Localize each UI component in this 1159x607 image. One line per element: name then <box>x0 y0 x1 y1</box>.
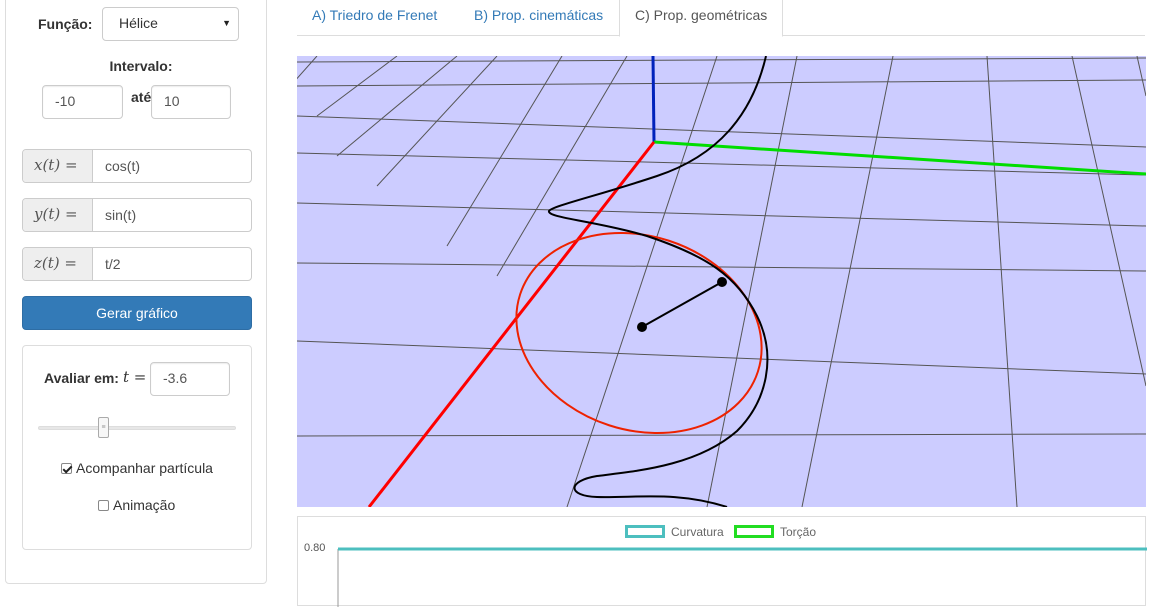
chevron-down-icon: ▼ <box>222 18 231 28</box>
avaliar-variable: t = <box>123 368 147 386</box>
acompanhar-checkbox[interactable]: Acompanhar partícula <box>61 460 213 476</box>
control-panel: Função: Hélice ▼ Intervalo: -10 até 10 x… <box>5 0 267 584</box>
t-slider-track[interactable] <box>38 426 236 430</box>
tab-prop-geometricas[interactable]: C) Prop. geométricas <box>619 0 784 37</box>
intervalo-from-value: -10 <box>55 93 76 109</box>
3d-scene[interactable] <box>297 56 1146 507</box>
checkbox-unchecked-icon[interactable] <box>98 500 109 511</box>
curvature-center-point <box>637 322 647 332</box>
tab-prop-cinematicas[interactable]: B) Prop. cinemáticas <box>459 0 618 36</box>
checkbox-checked-icon[interactable] <box>61 463 72 474</box>
acompanhar-label: Acompanhar partícula <box>76 460 213 476</box>
z-axis <box>651 56 656 143</box>
z-function-addon: z(t) = <box>23 248 93 280</box>
avaliar-box: Avaliar em: t = -3.6 ≡ Acompanhar partíc… <box>22 345 252 550</box>
y-function-addon: y(t) = <box>23 199 93 231</box>
avaliar-t-input[interactable]: -3.6 <box>150 362 230 396</box>
x-function-input[interactable]: cos(t) <box>105 158 140 174</box>
x-function-group[interactable]: x(t) = cos(t) <box>22 149 252 183</box>
funcao-label: Função: <box>38 16 93 32</box>
gerar-grafico-button[interactable]: Gerar gráfico <box>22 296 252 330</box>
chart-plot-area <box>337 547 1147 607</box>
intervalo-label: Intervalo: <box>109 58 173 74</box>
t-slider-handle[interactable]: ≡ <box>98 417 109 438</box>
funcao-select[interactable]: Hélice ▼ <box>102 7 239 41</box>
y-function-group[interactable]: y(t) = sin(t) <box>22 198 252 232</box>
z-function-group[interactable]: z(t) = t/2 <box>22 247 252 281</box>
curvature-torsion-chart: Curvatura Torção 0.80 <box>297 516 1147 607</box>
animacao-label: Animação <box>113 497 176 513</box>
funcao-select-value: Hélice <box>119 15 158 31</box>
avaliar-label: Avaliar em: <box>44 370 119 386</box>
avaliar-t-value: -3.6 <box>163 370 188 386</box>
intervalo-to-value: 10 <box>164 93 180 109</box>
tab-triedro-frenet[interactable]: A) Triedro de Frenet <box>297 0 452 36</box>
particle-point[interactable] <box>717 277 727 287</box>
ate-label: até <box>131 89 152 105</box>
3d-view-canvas[interactable] <box>297 56 1146 507</box>
intervalo-to-input[interactable]: 10 <box>151 85 231 119</box>
x-function-addon: x(t) = <box>23 150 93 182</box>
funcao-row: Função: Hélice ▼ <box>38 7 268 41</box>
animacao-checkbox[interactable]: Animação <box>98 497 175 513</box>
intervalo-from-input[interactable]: -10 <box>42 85 123 119</box>
y-function-input[interactable]: sin(t) <box>105 207 136 223</box>
tab-bar: A) Triedro de Frenet B) Prop. cinemática… <box>297 0 1145 37</box>
z-function-input[interactable]: t/2 <box>105 256 121 272</box>
